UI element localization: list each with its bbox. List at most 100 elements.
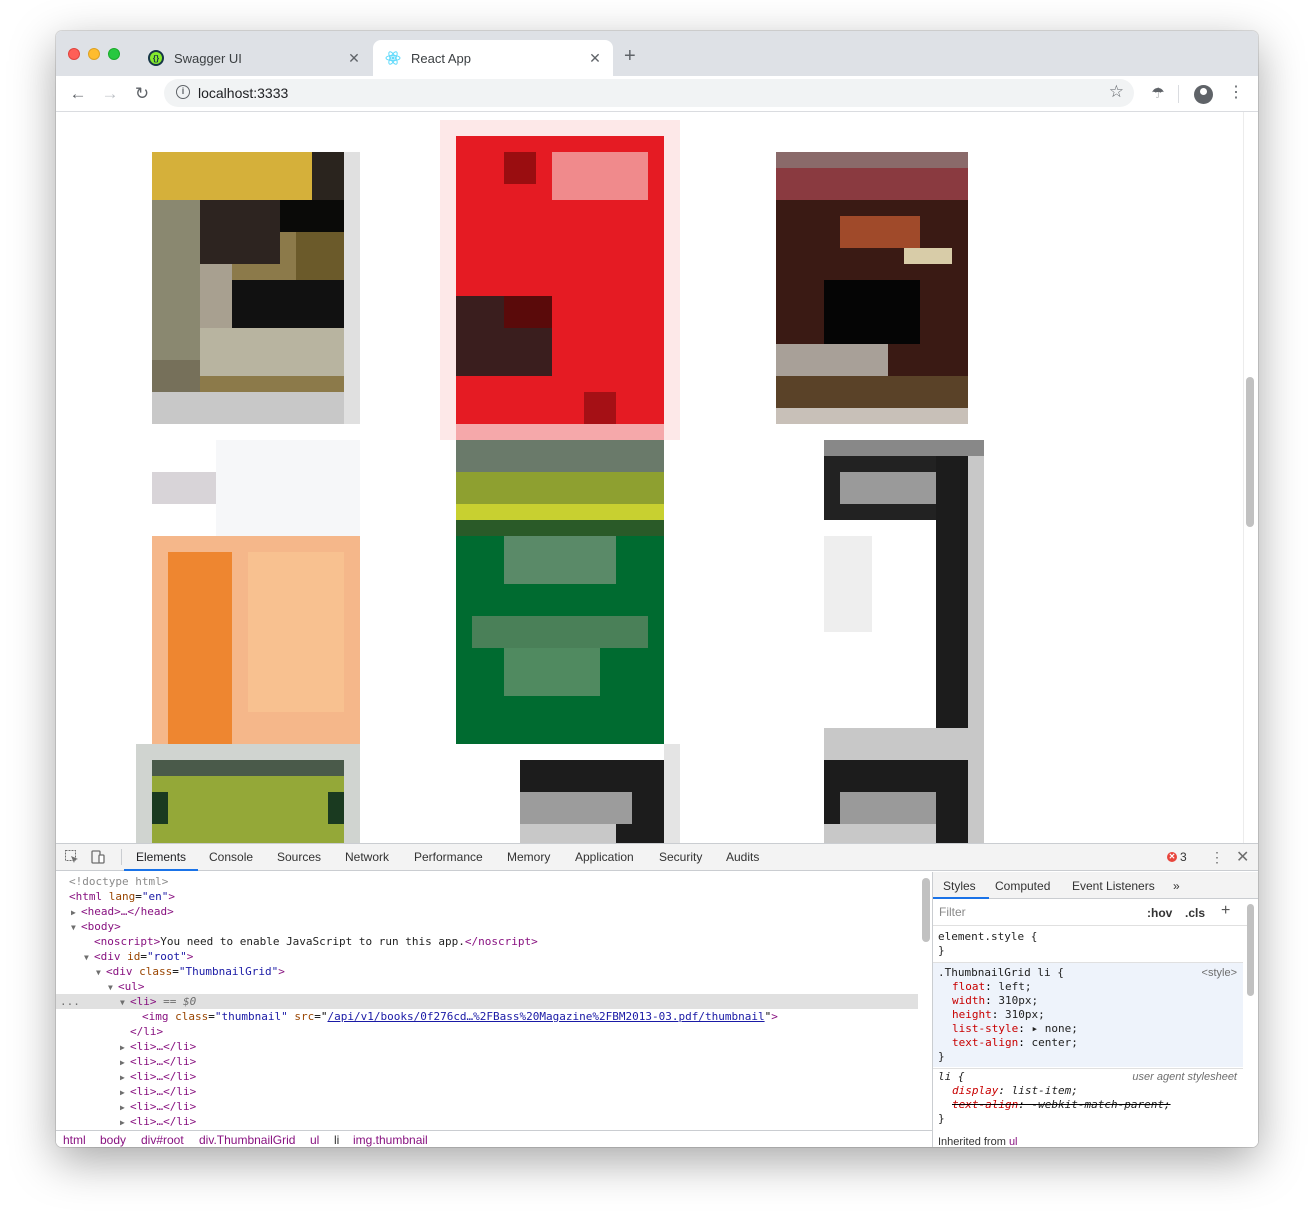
tab-sources[interactable]: Sources xyxy=(277,850,321,864)
tab-react-app[interactable]: React App ✕ xyxy=(373,40,613,76)
collapse-triangle-icon[interactable]: ▼ xyxy=(71,920,81,935)
devtools-menu-icon[interactable]: ⋮ xyxy=(1210,849,1224,866)
tab-network[interactable]: Network xyxy=(345,850,389,864)
dom-node-li[interactable]: ▶ <li>…</li> xyxy=(56,1084,918,1099)
expand-triangle-icon[interactable]: ▶ xyxy=(120,1100,130,1115)
class-toggle[interactable]: .cls xyxy=(1185,906,1205,920)
styles-scrollbar[interactable] xyxy=(1247,904,1254,996)
collapse-triangle-icon[interactable]: ▼ xyxy=(120,995,130,1010)
dom-node-doctype[interactable]: <!doctype html> xyxy=(56,874,918,889)
li-ua-rule[interactable]: li { user agent stylesheet display: list… xyxy=(933,1070,1243,1126)
collapse-triangle-icon[interactable]: ▼ xyxy=(108,980,118,995)
new-tab-button[interactable]: + xyxy=(624,45,636,68)
devtools-close-icon[interactable]: ✕ xyxy=(1236,847,1249,867)
breadcrumb-ul[interactable]: ul xyxy=(310,1133,319,1147)
address-bar[interactable]: i localhost:3333 ☆ xyxy=(164,79,1134,107)
tab-console[interactable]: Console xyxy=(209,850,253,864)
style-declaration[interactable]: list-style: ▸ none; xyxy=(938,1022,1243,1036)
tab-computed[interactable]: Computed xyxy=(995,879,1050,893)
tab-audits[interactable]: Audits xyxy=(726,850,759,864)
forward-icon[interactable]: → xyxy=(98,82,122,106)
thumbnailgrid-li-rule[interactable]: .ThumbnailGrid li { <style> float: left;… xyxy=(933,963,1243,1067)
expand-triangle-icon[interactable]: ▶ xyxy=(71,905,81,920)
inherited-tag-link[interactable]: ul xyxy=(1009,1136,1018,1147)
tab-swagger-ui[interactable]: {} Swagger UI ✕ xyxy=(136,40,372,76)
img-src-link[interactable]: /api/v1/books/0f276cd…%2FBass%20Magazine… xyxy=(327,1010,764,1023)
style-declaration[interactable]: height: 310px; xyxy=(938,1008,1243,1022)
tab-event-listeners[interactable]: Event Listeners xyxy=(1072,879,1155,893)
thumbnail[interactable] xyxy=(504,744,680,843)
device-toolbar-icon[interactable] xyxy=(90,849,106,865)
thumbnail[interactable] xyxy=(776,152,968,424)
dom-node-li[interactable]: ▶ <li>…</li> xyxy=(56,1114,918,1129)
thumbnail[interactable] xyxy=(824,744,984,843)
dom-node-li[interactable]: ▶ <li>…</li> xyxy=(56,1069,918,1084)
tab-performance[interactable]: Performance xyxy=(414,850,483,864)
breadcrumb-html[interactable]: html xyxy=(63,1133,86,1147)
collapse-triangle-icon[interactable]: ▼ xyxy=(96,965,106,980)
thumbnail[interactable] xyxy=(456,440,664,744)
tab-styles[interactable]: Styles xyxy=(943,879,976,893)
breadcrumb-img-thumbnail[interactable]: img.thumbnail xyxy=(353,1133,428,1147)
elements-scrollbar[interactable] xyxy=(922,878,930,942)
dom-node-html[interactable]: <html lang="en"> xyxy=(56,889,918,904)
style-declaration[interactable]: text-align: center; xyxy=(938,1036,1243,1050)
thumbnail[interactable] xyxy=(440,120,680,440)
styles-filter-input[interactable]: Filter xyxy=(939,905,1135,921)
hover-state-toggle[interactable]: :hov xyxy=(1147,906,1172,920)
close-window-button[interactable] xyxy=(68,48,80,60)
dom-node-li-close[interactable]: </li> xyxy=(56,1024,918,1039)
thumbnail[interactable] xyxy=(136,744,360,843)
expand-triangle-icon[interactable]: ▶ xyxy=(120,1085,130,1100)
reload-icon[interactable]: ↻ xyxy=(130,82,154,106)
dom-node-li[interactable]: ▶ <li>…</li> xyxy=(56,1039,918,1054)
page-scrollbar[interactable] xyxy=(1246,377,1254,527)
extension-icon[interactable]: ☂ xyxy=(1146,82,1170,106)
dom-node-div-grid[interactable]: ▼ <div class="ThumbnailGrid"> xyxy=(56,964,918,979)
profile-avatar-icon[interactable] xyxy=(1194,85,1213,104)
tab-security[interactable]: Security xyxy=(659,850,702,864)
style-declaration[interactable]: float: left; xyxy=(938,980,1243,994)
back-icon[interactable]: ← xyxy=(66,82,90,106)
tab-application[interactable]: Application xyxy=(575,850,634,864)
dom-node-li[interactable]: ▶ <li>…</li> xyxy=(56,1054,918,1069)
breadcrumb-div-thumbnailgrid[interactable]: div.ThumbnailGrid xyxy=(199,1133,295,1147)
thumbnail[interactable] xyxy=(152,152,360,424)
dom-node-ul[interactable]: ▼ <ul> xyxy=(56,979,918,994)
collapse-triangle-icon[interactable]: ▼ xyxy=(84,950,94,965)
close-tab-icon[interactable]: ✕ xyxy=(587,50,603,67)
breadcrumb-body[interactable]: body xyxy=(100,1133,126,1147)
dom-node-img[interactable]: <img class="thumbnail" src="/api/v1/book… xyxy=(56,1009,918,1024)
bookmark-star-icon[interactable]: ☆ xyxy=(1109,82,1124,102)
breadcrumb-div-root[interactable]: div#root xyxy=(141,1133,184,1147)
thumbnail[interactable] xyxy=(824,440,984,744)
dom-node-li-selected[interactable]: ... ▼ <li> == $0 xyxy=(56,994,918,1009)
dom-node-li[interactable]: ▶ <li>…</li> xyxy=(56,1099,918,1114)
error-count-badge[interactable]: ✕ 3 xyxy=(1167,850,1187,864)
close-tab-icon[interactable]: ✕ xyxy=(346,50,362,67)
expand-triangle-icon[interactable]: ▶ xyxy=(120,1055,130,1070)
thumbnail[interactable] xyxy=(152,440,360,744)
expand-triangle-icon[interactable]: ▶ xyxy=(120,1040,130,1055)
style-declaration[interactable]: width: 310px; xyxy=(938,994,1243,1008)
url-text[interactable]: localhost:3333 xyxy=(198,85,288,101)
dom-node-head[interactable]: ▶ <head>…</head> xyxy=(56,904,918,919)
element-style-rule[interactable]: element.style { } xyxy=(933,930,1243,958)
minimize-window-button[interactable] xyxy=(88,48,100,60)
expand-triangle-icon[interactable]: ▶ xyxy=(120,1115,130,1130)
browser-menu-icon[interactable]: ⋮ xyxy=(1228,82,1244,102)
tab-memory[interactable]: Memory xyxy=(507,850,550,864)
inspect-element-icon[interactable] xyxy=(64,849,80,865)
rule-source[interactable]: <style> xyxy=(1202,966,1237,980)
new-rule-icon[interactable]: + xyxy=(1221,902,1230,920)
info-icon[interactable]: i xyxy=(176,85,190,99)
dom-node-noscript[interactable]: <noscript>You need to enable JavaScript … xyxy=(56,934,918,949)
node-actions-ellipsis[interactable]: ... xyxy=(60,994,120,1009)
dom-node-div-root[interactable]: ▼ <div id="root"> xyxy=(56,949,918,964)
breadcrumb-li[interactable]: li xyxy=(334,1133,339,1147)
tab-elements[interactable]: Elements xyxy=(136,850,186,864)
maximize-window-button[interactable] xyxy=(108,48,120,60)
dom-node-body[interactable]: ▼ <body> xyxy=(56,919,918,934)
expand-triangle-icon[interactable]: ▶ xyxy=(120,1070,130,1085)
more-tabs-icon[interactable]: » xyxy=(1173,879,1180,893)
